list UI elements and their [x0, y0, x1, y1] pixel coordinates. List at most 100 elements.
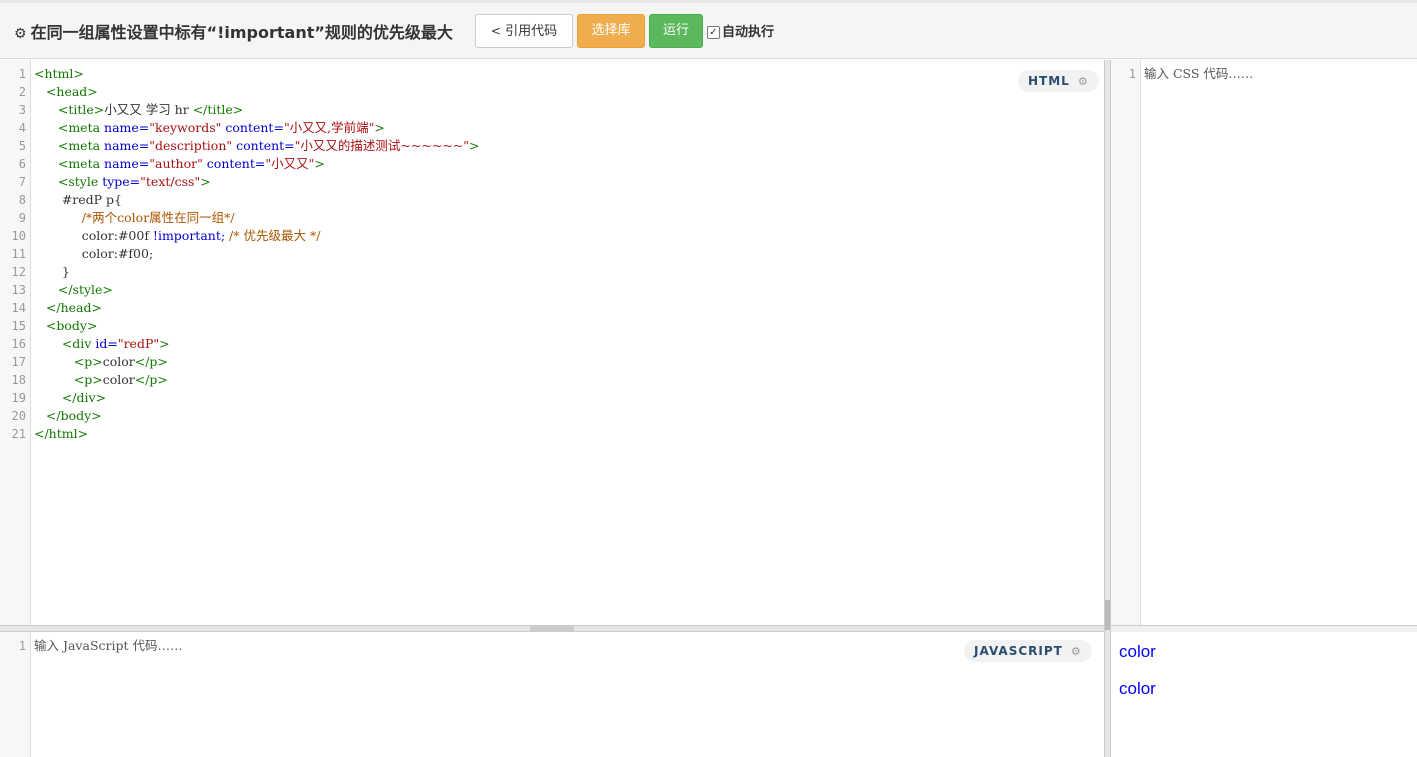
code-line: }: [34, 263, 480, 281]
code-line: <html>: [34, 65, 480, 83]
result-paragraph: color: [1119, 679, 1156, 698]
line-number: 12: [11, 265, 26, 279]
code-token: >: [469, 138, 480, 153]
code-token: #redP p{: [61, 192, 123, 207]
checkbox-icon[interactable]: ✓: [707, 26, 720, 39]
code-token: <div: [61, 336, 92, 351]
code-line: </head>: [34, 299, 480, 317]
code-token: /*两个color属性在同一组*/: [81, 210, 235, 225]
code-token: </html>: [34, 426, 89, 441]
code-line: <p>color</p>: [34, 353, 480, 371]
js-editor[interactable]: 1 输入 JavaScript 代码…… JAVASCRIPT ⚙: [0, 632, 1104, 757]
line-number: 18: [11, 373, 26, 387]
code-token: <meta: [57, 156, 101, 171]
html-mode-badge[interactable]: HTML ⚙: [1018, 70, 1099, 92]
code-token: content=: [232, 138, 295, 153]
line-number: 10: [11, 229, 26, 243]
code-token: <meta: [57, 138, 101, 153]
code-token: name=: [100, 138, 150, 153]
line-number: 1: [1128, 67, 1136, 81]
share-code-label: 引用代码: [505, 24, 558, 39]
code-token: </body>: [45, 408, 102, 423]
code-line: <style type="text/css">: [34, 173, 480, 191]
line-number: 5: [18, 139, 26, 153]
line-number: 11: [11, 247, 26, 261]
code-token: "keywords": [149, 120, 222, 135]
auto-run-toggle[interactable]: ✓ 自动执行: [707, 21, 774, 40]
code-token: >: [314, 156, 325, 171]
code-token: >: [200, 174, 211, 189]
code-token: </p>: [134, 372, 168, 387]
code-line: <meta name="author" content="小又又">: [34, 155, 480, 173]
run-button[interactable]: 运行: [649, 14, 703, 48]
gear-icon[interactable]: ⚙: [1078, 75, 1089, 88]
code-token: color:: [81, 228, 118, 243]
toolbar: ⚙ 在同一组属性设置中标有“!important”规则的优先级最大 < 引用代码 …: [0, 3, 1417, 59]
code-token: color: [102, 372, 135, 387]
code-token: <head>: [45, 84, 98, 99]
code-token: color: [102, 354, 135, 369]
line-number: 14: [11, 301, 26, 315]
code-token: #00f: [117, 228, 149, 243]
line-number: 21: [11, 427, 26, 441]
gear-icon[interactable]: ⚙: [1071, 645, 1082, 658]
code-line: </html>: [34, 425, 480, 443]
html-gutter: 1 2 3 4 5 6 7 8 9 10 11 12 13 14 15 16 1…: [0, 60, 31, 625]
code-token: <p>: [73, 354, 103, 369]
code-token: <title>: [57, 102, 105, 117]
select-library-button[interactable]: 选择库: [577, 14, 645, 48]
js-mode-badge[interactable]: JAVASCRIPT ⚙: [964, 640, 1092, 662]
code-token: #f00: [117, 246, 149, 261]
result-paragraph: color: [1119, 642, 1156, 661]
html-editor[interactable]: 1 2 3 4 5 6 7 8 9 10 11 12 13 14 15 16 1…: [0, 60, 1104, 625]
line-number: 2: [18, 85, 26, 99]
code-line: </div>: [34, 389, 480, 407]
line-number: 17: [11, 355, 26, 369]
run-label: 运行: [662, 23, 689, 38]
code-token: </title>: [192, 102, 244, 117]
page-title-text: 在同一组属性设置中标有“!important”规则的优先级最大: [30, 23, 453, 42]
code-token: </style>: [57, 282, 113, 297]
js-gutter: 1: [0, 632, 31, 757]
splitter-grip[interactable]: [530, 626, 574, 631]
horizontal-splitter[interactable]: [0, 625, 1104, 632]
css-editor[interactable]: 1 输入 CSS 代码……: [1111, 60, 1417, 625]
code-token: "小又又": [265, 156, 315, 171]
gears-icon: ⚙: [14, 26, 27, 42]
line-number: 15: [11, 319, 26, 333]
code-token: >: [374, 120, 385, 135]
line-number: 13: [11, 283, 26, 297]
splitter-grip[interactable]: [1105, 600, 1110, 630]
code-token: <html>: [34, 66, 84, 81]
line-number: 7: [18, 175, 26, 189]
js-placeholder: 输入 JavaScript 代码……: [34, 638, 183, 653]
code-line: <meta name="keywords" content="小又又,学前端">: [34, 119, 480, 137]
code-token: "description": [149, 138, 233, 153]
code-line: </style>: [34, 281, 480, 299]
line-number: 9: [18, 211, 26, 225]
code-line: </body>: [34, 407, 480, 425]
code-token: type=: [98, 174, 141, 189]
code-token: >: [159, 336, 170, 351]
result-splitter[interactable]: [1111, 625, 1417, 632]
auto-run-label: 自动执行: [722, 25, 775, 40]
line-number: 20: [11, 409, 26, 423]
code-token: color:: [81, 246, 118, 261]
result-preview[interactable]: color color: [1111, 632, 1417, 757]
code-token: "小又又的描述测试~~~~~~": [294, 138, 470, 153]
html-mode-label: HTML: [1028, 74, 1070, 88]
share-code-button[interactable]: < 引用代码: [475, 14, 573, 48]
line-number: 19: [11, 391, 26, 405]
code-token: </div>: [61, 390, 107, 405]
code-line: <p>color</p>: [34, 371, 480, 389]
html-code[interactable]: <html> <head> <title>小又又 学习 hr </title> …: [34, 65, 480, 443]
code-token: </p>: [134, 354, 168, 369]
code-token: content=: [221, 120, 284, 135]
code-token: ;: [148, 246, 154, 261]
code-line: <body>: [34, 317, 480, 335]
code-token: </head>: [45, 300, 102, 315]
vertical-splitter[interactable]: [1104, 60, 1111, 757]
code-token: <p>: [73, 372, 103, 387]
code-token: "text/css": [140, 174, 201, 189]
line-number: 6: [18, 157, 26, 171]
